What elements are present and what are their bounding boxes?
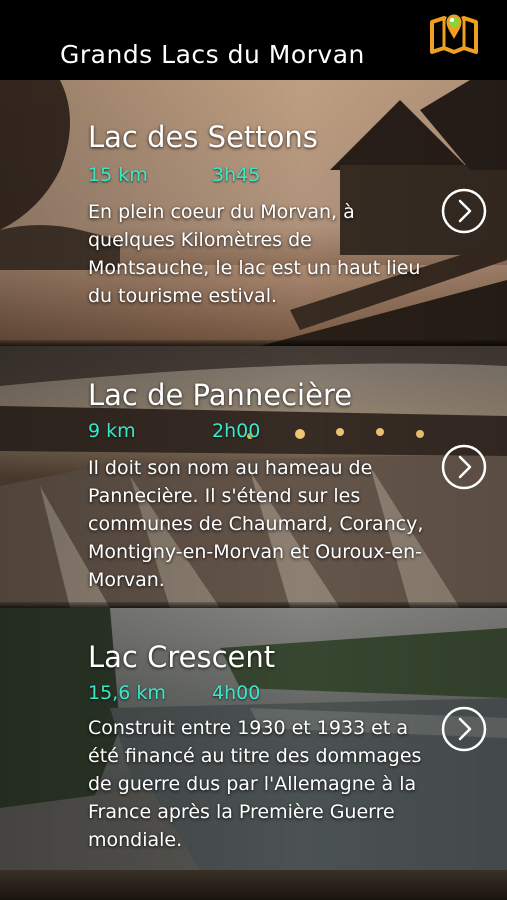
lake-description: Il doit son nom au hameau de Pannecière.… (88, 457, 424, 591)
lake-card-panneciere[interactable]: Lac de Pannecière 9 km 2h00 Il doit son … (0, 346, 507, 608)
lake-duration: 3h45 (212, 164, 261, 186)
lake-meta: 15 km 3h45 (88, 164, 260, 186)
lake-distance: 15 km (88, 164, 148, 186)
map-pin-icon[interactable] (428, 6, 480, 58)
lake-description: En plein coeur du Morvan, à quelques Kil… (88, 201, 421, 307)
page-title: Grands Lacs du Morvan (60, 40, 365, 69)
lake-title: Lac Crescent (88, 640, 276, 674)
chevron-right-icon[interactable] (441, 444, 487, 490)
chevron-right-icon[interactable] (441, 706, 487, 752)
lake-duration: 2h00 (212, 420, 261, 442)
app-header: Grands Lacs du Morvan (0, 0, 507, 80)
lake-title: Lac des Settons (88, 120, 318, 154)
lake-meta: 15,6 km 4h00 (88, 682, 260, 704)
lake-distance: 9 km (88, 420, 136, 442)
lake-distance: 15,6 km (88, 682, 166, 704)
lake-duration: 4h00 (212, 682, 261, 704)
lake-meta: 9 km 2h00 (88, 420, 260, 442)
lake-title: Lac de Pannecière (88, 378, 353, 412)
next-card-peek (0, 870, 507, 900)
lake-card-crescent[interactable]: Lac Crescent 15,6 km 4h00 Construit entr… (0, 608, 507, 870)
chevron-right-icon[interactable] (441, 188, 487, 234)
lake-description: Construit entre 1930 et 1933 et a été fi… (88, 717, 422, 851)
lake-card-settons[interactable]: Lac des Settons 15 km 3h45 En plein coeu… (0, 80, 507, 346)
